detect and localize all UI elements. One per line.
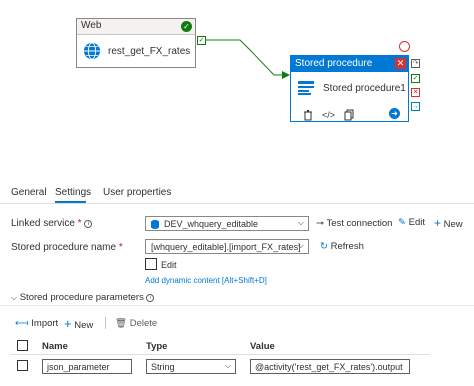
linked-service-value: DEV_whquery_editable	[164, 219, 259, 229]
pencil-icon: ✎	[398, 217, 406, 228]
sp-name-label: Stored procedure name *	[11, 242, 123, 253]
section-divider	[0, 305, 474, 306]
web-activity-header: Web ✓	[77, 19, 195, 35]
stored-procedure-card[interactable]: Stored procedure ✕ Stored procedure1 </>…	[290, 55, 409, 122]
failure-port-icon[interactable]: ✕	[411, 88, 420, 97]
trash-icon: 🗑︎	[115, 318, 128, 329]
delete-parameter-button[interactable]: 🗑︎ Delete	[115, 318, 157, 329]
go-arrow-icon[interactable]: ➜	[389, 108, 400, 119]
new-param-label: New	[74, 320, 94, 331]
column-header-value: Value	[250, 341, 275, 352]
tab-user-properties[interactable]: User properties	[103, 187, 171, 198]
linked-service-select[interactable]: DEV_whquery_editable ⌵	[145, 216, 309, 231]
new-linked-service-button[interactable]: + New	[434, 216, 463, 230]
plus-icon: +	[64, 316, 72, 331]
row-checkbox[interactable]	[17, 360, 28, 371]
sp-name-label-text: Stored procedure name	[11, 242, 117, 253]
stored-procedure-icon	[298, 81, 314, 95]
success-port-icon[interactable]: ✓	[197, 36, 206, 45]
param-name-input[interactable]: json_parameter	[42, 359, 132, 374]
column-header-name: Name	[42, 341, 68, 352]
required-mark: *	[77, 218, 82, 229]
edit-label: Edit	[408, 217, 425, 228]
info-icon: i	[146, 294, 155, 302]
test-connection-label: Test connection	[326, 218, 393, 229]
database-icon	[151, 220, 159, 229]
copy-icon[interactable]	[343, 109, 355, 121]
edit-linked-service-button[interactable]: ✎ Edit	[398, 217, 425, 228]
new-label: New	[443, 219, 463, 230]
chevron-down-icon: ⌵	[297, 241, 304, 250]
new-parameter-button[interactable]: + New	[64, 316, 93, 331]
refresh-label: Refresh	[330, 241, 364, 252]
edit-checkbox[interactable]	[145, 258, 157, 270]
import-button[interactable]: ⟻ Import	[15, 318, 58, 329]
table-row: json_parameter String ⌵ @activity('rest_…	[10, 355, 430, 379]
import-label: Import	[31, 318, 59, 329]
required-mark: *	[118, 242, 123, 253]
test-connection-button[interactable]: ⊸ Test connection	[316, 218, 392, 229]
chevron-down-icon: ⌵	[224, 361, 231, 370]
plus-icon: +	[434, 216, 442, 230]
linked-service-label: Linked service * i	[11, 218, 93, 229]
info-icon: i	[84, 220, 93, 228]
success-check-icon: ✓	[181, 21, 192, 32]
toolbar-divider	[105, 317, 106, 329]
chevron-down-icon: ⌵	[297, 218, 304, 227]
completion-port-icon[interactable]: →	[411, 102, 420, 111]
tab-general[interactable]: General	[11, 187, 47, 198]
chevron-down-icon: ⌵	[11, 293, 18, 302]
cancel-circle-icon[interactable]	[399, 41, 410, 52]
edit-checkbox-label: Edit	[161, 260, 177, 270]
sp-activity-header: Stored procedure ✕	[291, 56, 408, 72]
select-all-checkbox[interactable]	[17, 340, 28, 351]
web-activity-card[interactable]: Web ✓ rest_get_FX_rates	[76, 18, 196, 68]
linked-service-label-text: Linked service	[11, 218, 75, 229]
column-header-type: Type	[146, 341, 168, 352]
plug-icon: ⊸	[316, 218, 324, 229]
add-dynamic-content-link[interactable]: Add dynamic content [Alt+Shift+D]	[145, 276, 267, 285]
sp-parameters-title: Stored procedure parameters	[19, 292, 144, 303]
remove-activity-icon[interactable]: ✕	[395, 58, 406, 69]
skip-port-icon[interactable]: ↷	[411, 59, 420, 68]
param-value-input[interactable]: @activity('rest_get_FX_rates').output	[250, 359, 410, 374]
web-activity-type: Web	[81, 20, 102, 31]
param-type-value: String	[151, 362, 175, 372]
code-icon[interactable]: </>	[322, 109, 335, 121]
delete-icon[interactable]	[302, 109, 314, 121]
param-type-select[interactable]: String ⌵	[146, 359, 236, 374]
refresh-button[interactable]: ↻ Refresh	[320, 241, 364, 252]
sp-name-value: [whquery_editable].[import_FX_rates]	[151, 242, 301, 252]
sp-activity-name: Stored procedure1	[323, 83, 406, 94]
web-activity-name: rest_get_FX_rates	[108, 46, 191, 57]
refresh-icon: ↻	[320, 241, 328, 252]
sp-name-select[interactable]: [whquery_editable].[import_FX_rates] ⌵	[145, 239, 309, 254]
globe-icon	[83, 42, 101, 60]
import-icon: ⟻	[15, 318, 29, 329]
sp-activity-type: Stored procedure	[295, 58, 373, 69]
delete-label: Delete	[129, 318, 158, 329]
tab-settings[interactable]: Settings	[55, 187, 91, 198]
success-output-port-icon[interactable]: ✓	[411, 74, 420, 83]
tabs-divider	[0, 203, 474, 204]
sp-parameters-header[interactable]: ⌵ Stored procedure parameters i	[11, 292, 155, 303]
